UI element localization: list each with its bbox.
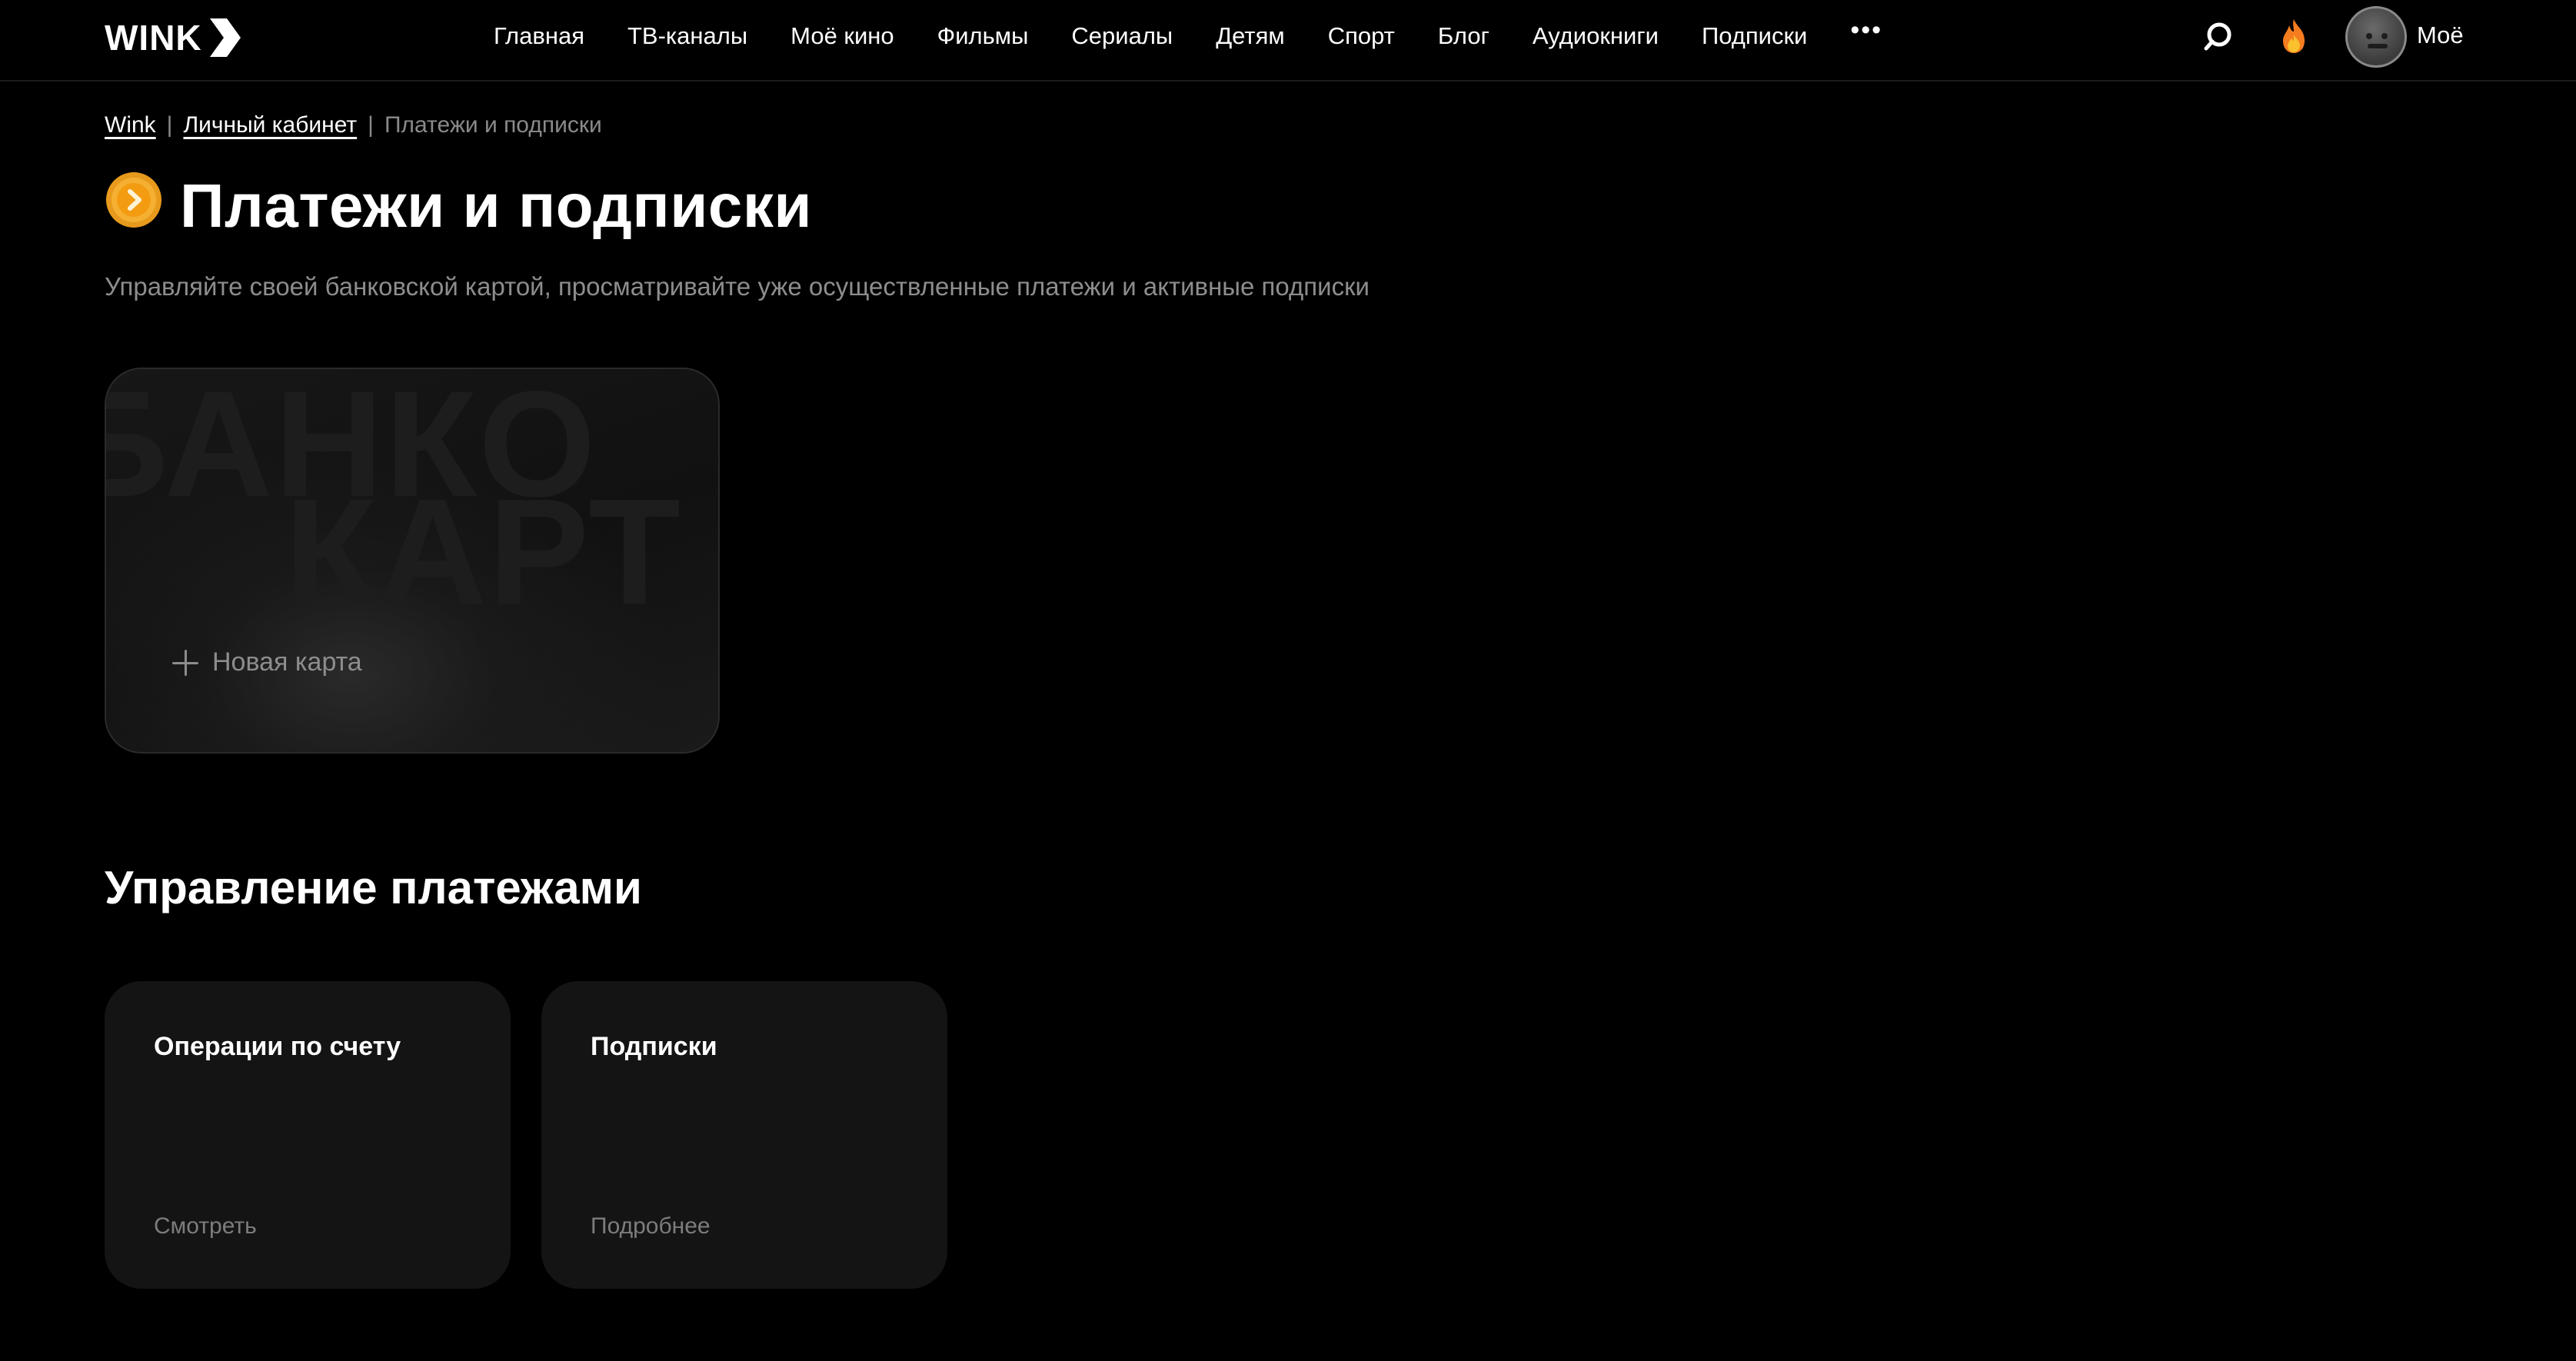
card-watermark: БАНКО КАРТ bbox=[106, 369, 718, 752]
section-title-payments: Управление платежами bbox=[105, 862, 642, 913]
logo-text: WINK bbox=[105, 18, 202, 58]
tile-action-view[interactable]: Смотреть bbox=[154, 1213, 257, 1240]
tile-account-operations[interactable]: Операции по счету Смотреть bbox=[105, 981, 511, 1289]
profile-label[interactable]: Моё bbox=[2417, 22, 2464, 49]
breadcrumb-separator: | bbox=[166, 112, 173, 138]
nav-item-tv-channels[interactable]: ТВ-каналы bbox=[627, 22, 747, 50]
card-watermark-line1: БАНКО bbox=[105, 368, 597, 528]
breadcrumb: Wink | Личный кабинет | Платежи и подпис… bbox=[105, 112, 602, 138]
nav-item-films[interactable]: Фильмы bbox=[937, 22, 1029, 50]
top-header: WINK Главная ТВ-каналы Моё кино Фильмы С… bbox=[0, 0, 2576, 82]
breadcrumb-current: Платежи и подписки bbox=[384, 112, 602, 138]
plus-icon bbox=[172, 649, 198, 676]
card-watermark-line2: КАРТ bbox=[285, 468, 683, 636]
title-row: Платежи и подписки bbox=[105, 171, 812, 241]
coin-icon bbox=[106, 172, 161, 228]
avatar[interactable] bbox=[2345, 6, 2407, 68]
nav-item-my-movies[interactable]: Моё кино bbox=[790, 22, 894, 50]
tile-title: Подписки bbox=[591, 1032, 717, 1061]
wink-logo[interactable]: WINK bbox=[105, 15, 242, 60]
page-subtitle: Управляйте своей банковской картой, прос… bbox=[105, 272, 1370, 301]
main-nav: Главная ТВ-каналы Моё кино Фильмы Сериал… bbox=[494, 0, 1882, 72]
tile-action-details[interactable]: Подробнее bbox=[591, 1213, 711, 1240]
fire-icon[interactable] bbox=[2275, 17, 2313, 55]
new-card-label: Новая карта bbox=[212, 647, 362, 677]
logo-chevron-icon bbox=[209, 18, 241, 57]
breadcrumb-account[interactable]: Личный кабинет bbox=[183, 112, 357, 138]
search-icon[interactable] bbox=[2199, 17, 2238, 55]
page-title: Платежи и подписки bbox=[180, 171, 813, 240]
new-card-button[interactable]: Новая карта bbox=[172, 647, 362, 677]
tile-title: Операции по счету bbox=[154, 1032, 401, 1061]
nav-item-home[interactable]: Главная bbox=[494, 22, 584, 50]
breadcrumb-separator: | bbox=[368, 112, 374, 138]
nav-item-series[interactable]: Сериалы bbox=[1071, 22, 1173, 50]
tile-subscriptions[interactable]: Подписки Подробнее bbox=[541, 981, 947, 1289]
more-menu-icon[interactable]: ••• bbox=[1850, 15, 1882, 45]
nav-item-sport[interactable]: Спорт bbox=[1328, 22, 1395, 50]
breadcrumb-wink[interactable]: Wink bbox=[105, 112, 156, 138]
nav-item-kids[interactable]: Детям bbox=[1216, 22, 1285, 50]
nav-item-subscriptions[interactable]: Подписки bbox=[1702, 22, 1807, 50]
nav-item-audiobooks[interactable]: Аудиокниги bbox=[1533, 22, 1659, 50]
bank-card-add[interactable]: БАНКО КАРТ Новая карта bbox=[105, 368, 720, 754]
nav-item-blog[interactable]: Блог bbox=[1438, 22, 1489, 50]
